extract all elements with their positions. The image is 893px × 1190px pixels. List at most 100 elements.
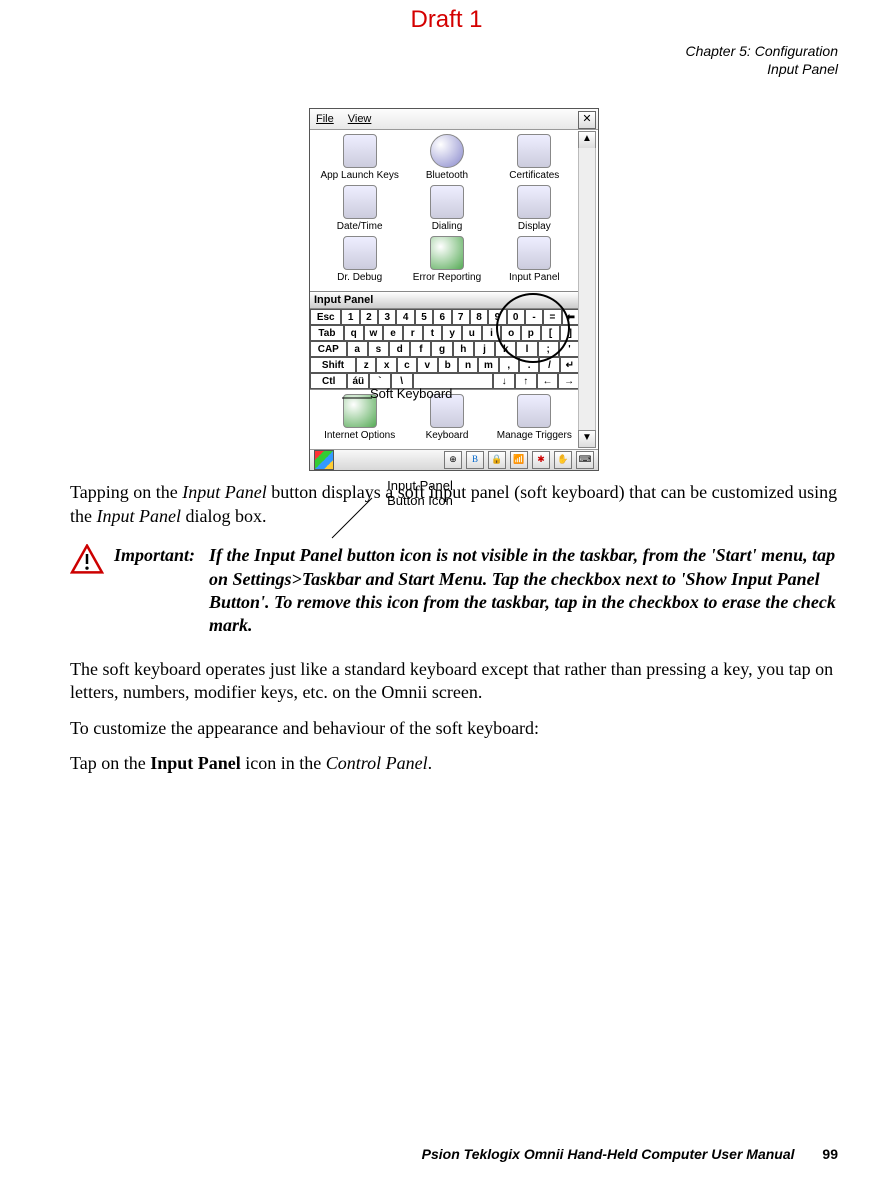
key-6[interactable]: 6 (433, 309, 451, 325)
body-text: Tapping on the Input Panel button displa… (70, 481, 838, 775)
scroll-up-icon[interactable]: ▲ (578, 131, 596, 149)
key-v[interactable]: v (417, 357, 437, 373)
key-accent[interactable]: áü (347, 373, 369, 389)
scroll-down-icon[interactable]: ▼ (578, 430, 596, 448)
paragraph-4: Tap on the Input Panel icon in the Contr… (70, 752, 838, 775)
icon-display[interactable]: Display (494, 185, 574, 232)
taskbar-icon[interactable]: ⊕ (444, 451, 462, 469)
paragraph-2: The soft keyboard operates just like a s… (70, 658, 838, 705)
key-c[interactable]: c (397, 357, 417, 373)
paragraph-3: To customize the appearance and behaviou… (70, 717, 838, 740)
icon-certificates[interactable]: Certificates (494, 134, 574, 181)
key-o[interactable]: o (501, 325, 521, 341)
taskbar-icon[interactable]: 🔒 (488, 451, 506, 469)
key-esc[interactable]: Esc (310, 309, 341, 325)
input-panel-title: Input Panel (310, 291, 580, 309)
key-5[interactable]: 5 (415, 309, 433, 325)
key-a[interactable]: a (347, 341, 368, 357)
key-m[interactable]: m (478, 357, 498, 373)
key-ctl[interactable]: Ctl (310, 373, 347, 389)
key-slash[interactable]: / (539, 357, 559, 373)
key-lbracket[interactable]: [ (541, 325, 561, 341)
key-enter[interactable]: ↵ (560, 357, 580, 373)
key-1[interactable]: 1 (341, 309, 359, 325)
key-down[interactable]: ↓ (493, 373, 515, 389)
section-label: Input Panel (70, 60, 838, 78)
control-panel-grid: App Launch Keys Bluetooth Certificates D… (310, 130, 598, 291)
draft-label: Draft 1 (0, 6, 893, 34)
icon-manage-triggers[interactable]: Manage Triggers (494, 394, 574, 441)
callout-input-panel-icon: Input Panel Button Icon (370, 478, 470, 508)
key-tab[interactable]: Tab (310, 325, 344, 341)
key-7[interactable]: 7 (452, 309, 470, 325)
icon-internet-options[interactable]: Internet Options (320, 394, 400, 441)
key-e[interactable]: e (383, 325, 403, 341)
chapter-label: Chapter 5: Configuration (70, 42, 838, 60)
key-left[interactable]: ← (537, 373, 559, 389)
scroll-track[interactable] (578, 148, 596, 431)
key-9[interactable]: 9 (488, 309, 506, 325)
key-l[interactable]: l (516, 341, 537, 357)
key-w[interactable]: w (364, 325, 384, 341)
callout-soft-keyboard: Soft Keyboard (370, 386, 452, 401)
key-minus[interactable]: - (525, 309, 543, 325)
key-z[interactable]: z (356, 357, 376, 373)
key-x[interactable]: x (376, 357, 396, 373)
key-q[interactable]: q (344, 325, 364, 341)
warning-icon (70, 544, 104, 574)
key-i[interactable]: i (482, 325, 502, 341)
key-period[interactable]: . (519, 357, 539, 373)
key-semi[interactable]: ; (538, 341, 559, 357)
key-t[interactable]: t (423, 325, 443, 341)
control-panel-grid-2: Internet Options Keyboard Manage Trigger… (310, 390, 598, 449)
key-3[interactable]: 3 (378, 309, 396, 325)
key-4[interactable]: 4 (396, 309, 414, 325)
icon-dialing[interactable]: Dialing (407, 185, 487, 232)
key-up[interactable]: ↑ (515, 373, 537, 389)
key-quote[interactable]: ' (559, 341, 580, 357)
icon-keyboard[interactable]: Keyboard (407, 394, 487, 441)
important-text: If the Input Panel button icon is not vi… (209, 544, 838, 638)
taskbar-bluetooth-icon[interactable]: B (466, 451, 484, 469)
taskbar-icon[interactable]: 📶 (510, 451, 528, 469)
taskbar-icon[interactable]: ✱ (532, 451, 550, 469)
key-s[interactable]: s (368, 341, 389, 357)
icon-input-panel[interactable]: Input Panel (494, 236, 574, 283)
icon-app-launch-keys[interactable]: App Launch Keys (320, 134, 400, 181)
key-equals[interactable]: = (543, 309, 561, 325)
key-right[interactable]: → (558, 373, 580, 389)
key-0[interactable]: 0 (507, 309, 525, 325)
key-comma[interactable]: , (499, 357, 519, 373)
figure: File View ✕ ▲ ▼ App Launch Keys Bluetoot… (70, 108, 838, 471)
important-label: Important: (114, 544, 199, 567)
key-r[interactable]: r (403, 325, 423, 341)
icon-bluetooth[interactable]: Bluetooth (407, 134, 487, 181)
key-j[interactable]: j (474, 341, 495, 357)
start-icon[interactable] (314, 450, 334, 470)
footer-text: Psion Teklogix Omnii Hand-Held Computer … (422, 1146, 795, 1162)
key-n[interactable]: n (458, 357, 478, 373)
icon-date-time[interactable]: Date/Time (320, 185, 400, 232)
key-8[interactable]: 8 (470, 309, 488, 325)
key-g[interactable]: g (431, 341, 452, 357)
icon-error-reporting[interactable]: Error Reporting (407, 236, 487, 283)
key-p[interactable]: p (521, 325, 541, 341)
key-b[interactable]: b (438, 357, 458, 373)
key-caps[interactable]: CAP (310, 341, 347, 357)
key-d[interactable]: d (389, 341, 410, 357)
key-u[interactable]: u (462, 325, 482, 341)
taskbar-input-panel-icon[interactable]: ⌨ (576, 451, 594, 469)
key-y[interactable]: y (442, 325, 462, 341)
menu-view[interactable]: View (348, 113, 372, 125)
key-shift[interactable]: Shift (310, 357, 356, 373)
key-2[interactable]: 2 (360, 309, 378, 325)
menu-file[interactable]: File (316, 113, 334, 125)
icon-dr-debug[interactable]: Dr. Debug (320, 236, 400, 283)
key-f[interactable]: f (410, 341, 431, 357)
page-number: 99 (822, 1146, 838, 1162)
key-k[interactable]: k (495, 341, 516, 357)
device-screenshot: File View ✕ ▲ ▼ App Launch Keys Bluetoot… (309, 108, 599, 471)
key-h[interactable]: h (453, 341, 474, 357)
taskbar-icon[interactable]: ✋ (554, 451, 572, 469)
close-icon[interactable]: ✕ (578, 111, 596, 129)
